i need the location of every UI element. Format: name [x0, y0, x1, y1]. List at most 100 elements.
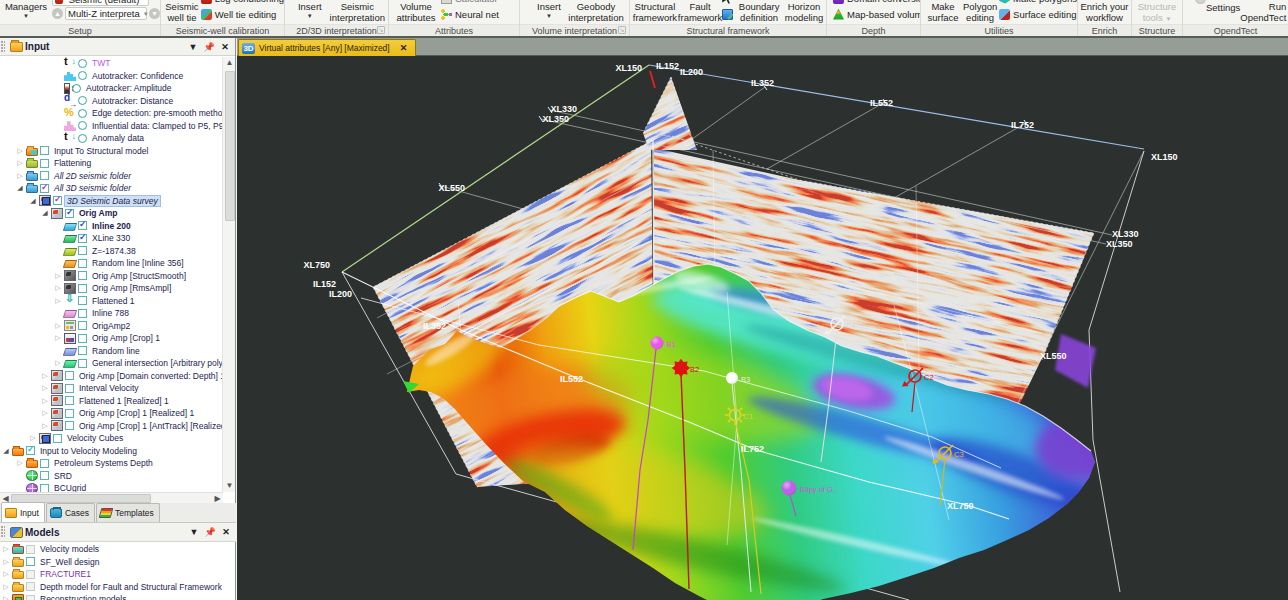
- enrich-your-workflow-button[interactable]: Enrich your workflow: [1078, 0, 1131, 23]
- models-tree-item[interactable]: ▷SF_Well design: [0, 556, 235, 569]
- expander-icon[interactable]: ▷: [39, 409, 51, 417]
- expander-icon[interactable]: ▷: [39, 422, 51, 430]
- checkbox[interactable]: [26, 557, 35, 566]
- checkbox[interactable]: [65, 384, 74, 393]
- checkbox[interactable]: [78, 221, 87, 230]
- tree-item-label[interactable]: Z=-1874.38: [90, 246, 138, 256]
- input-tree-item[interactable]: ▷Orig Amp [Domain converted: Depth] 1 [R: [0, 370, 222, 383]
- panel-tab-templates[interactable]: Templates: [96, 503, 160, 522]
- tree-item-label[interactable]: Orig Amp [StructSmooth]: [90, 271, 188, 281]
- input-tree-item[interactable]: Random line [Inline 356]: [0, 257, 222, 270]
- checkbox[interactable]: [53, 434, 62, 443]
- checkbox[interactable]: [40, 171, 49, 180]
- input-tree-item[interactable]: ▷Flattened 1: [0, 295, 222, 308]
- volume-interpretation-dialog-launcher[interactable]: ↘: [618, 26, 626, 34]
- expander-icon[interactable]: ▷: [14, 459, 26, 467]
- radio-indicator[interactable]: [78, 134, 87, 143]
- insert-volume-button[interactable]: Insert▼: [532, 0, 566, 20]
- checkbox[interactable]: [26, 545, 35, 554]
- checkbox[interactable]: [40, 484, 49, 492]
- well-tie-editing-button[interactable]: Well tie editing: [201, 8, 284, 20]
- radio-indicator[interactable]: [78, 59, 87, 68]
- tree-item-label[interactable]: Petroleum Systems Depth: [52, 458, 155, 468]
- input-tree-item[interactable]: ▷Orig Amp [Crop] 1: [0, 332, 222, 345]
- volume-attributes-button[interactable]: Volume attributes: [393, 0, 439, 23]
- tree-item-label[interactable]: Inline 200: [90, 221, 133, 231]
- checkbox[interactable]: [65, 209, 74, 218]
- tree-item-label[interactable]: Orig Amp [Crop] 1 [AntTrack] [Realized] …: [77, 421, 222, 431]
- tree-item-label[interactable]: BCUgrid: [52, 483, 88, 492]
- settings-button[interactable]: Settings: [1206, 1, 1240, 14]
- tree-item-label[interactable]: Autotracker: Amplitude: [84, 83, 174, 93]
- expander-icon[interactable]: ▷: [39, 384, 51, 392]
- calculator-button[interactable]: Calculator: [441, 0, 499, 4]
- input-tree-item[interactable]: ▷Flattened 1 [Realized] 1: [0, 395, 222, 408]
- radio-indicator[interactable]: [78, 96, 87, 105]
- tree-item-label[interactable]: Depth model for Fault and Structural Fra…: [38, 582, 224, 592]
- tree-item-label[interactable]: Influential data: Clamped to P5, P95: [90, 121, 222, 131]
- structure-tools-button[interactable]: Structure tools ▼: [1132, 0, 1182, 24]
- tree-item-label[interactable]: Input To Structural model: [52, 146, 150, 156]
- panel-tab-cases[interactable]: Cases: [46, 503, 95, 522]
- input-tree-item[interactable]: BCUgrid: [0, 482, 222, 492]
- input-tree-item[interactable]: ▷ Petroleum Systems Depth: [0, 457, 222, 470]
- checkbox[interactable]: [40, 184, 49, 193]
- geobody-interpretation-button[interactable]: Geobody interpretation: [566, 0, 626, 23]
- checkbox[interactable]: [78, 359, 87, 368]
- input-tree-item[interactable]: ▷Velocity Cubes: [0, 432, 222, 445]
- checkbox[interactable]: [65, 371, 74, 380]
- input-tree-item[interactable]: Autotracker: Distance: [0, 95, 222, 108]
- checkbox[interactable]: [78, 284, 87, 293]
- seismic-default-combo[interactable]: Seismic (default): [52, 0, 149, 6]
- tree-item-label[interactable]: General intersection [Arbitrary polygon]: [90, 358, 222, 368]
- input-panel-pin-icon[interactable]: 📌: [203, 41, 215, 53]
- input-tree-item[interactable]: Autotracker: Amplitude: [0, 82, 222, 95]
- multiz-combo[interactable]: Multi-Z interpreta▼: [65, 7, 147, 20]
- map-based-volumes-button[interactable]: Map-based volumes: [833, 8, 921, 20]
- scroll-up-icon[interactable]: ▲: [223, 57, 236, 69]
- expander-icon[interactable]: ▷: [0, 583, 12, 591]
- expander-icon[interactable]: ▷: [52, 284, 64, 292]
- checkbox[interactable]: [26, 595, 35, 600]
- tree-item-label[interactable]: XLine 330: [90, 233, 132, 243]
- input-tree-item[interactable]: Edge detection: pre-smooth method, c: [0, 107, 222, 120]
- expander-icon[interactable]: ▷: [27, 434, 39, 442]
- tree-item-label[interactable]: All 3D seismic folder: [52, 183, 133, 193]
- surface-editing-button[interactable]: Surface editing: [999, 8, 1077, 20]
- input-tree-item[interactable]: TWT: [0, 57, 222, 70]
- expander-icon[interactable]: ▷: [0, 570, 12, 578]
- neural-net-button[interactable]: Neural net: [441, 8, 499, 20]
- structural-framework-button[interactable]: Structural framework: [632, 0, 678, 23]
- fault-framework-button[interactable]: Fault framework: [678, 0, 722, 23]
- input-tree-item[interactable]: ▷ Orig Amp [Crop] 1 [AntTrack] [Realized]…: [0, 420, 222, 433]
- models-panel-grip[interactable]: [1, 526, 5, 538]
- expander-icon[interactable]: ▷: [39, 397, 51, 405]
- input-tree-item[interactable]: ▷OrigAmp2: [0, 320, 222, 333]
- panel-tab-input[interactable]: Input: [1, 502, 45, 522]
- expander-icon[interactable]: ◢: [39, 209, 51, 217]
- polygon-editing-button[interactable]: Polygon editing: [961, 0, 999, 23]
- input-tree-item[interactable]: ▷General intersection [Arbitrary polygon…: [0, 357, 222, 370]
- tree-item-label[interactable]: FRACTURE1: [38, 569, 93, 579]
- checkbox[interactable]: [53, 196, 62, 205]
- boundary-definition-button[interactable]: Boundary definition: [736, 0, 782, 23]
- checkbox[interactable]: [26, 582, 35, 591]
- input-tree-item[interactable]: Anomaly data: [0, 132, 222, 145]
- input-tree-item[interactable]: ◢Input to Velocity Modeling: [0, 445, 222, 458]
- expander-icon[interactable]: ◢: [14, 184, 26, 192]
- multiz-prev-button[interactable]: ▲: [52, 8, 63, 19]
- expander-icon[interactable]: ▷: [14, 147, 26, 155]
- tree-item-label[interactable]: Autotracker: Distance: [90, 96, 175, 106]
- expander-icon[interactable]: ◢: [27, 197, 39, 205]
- expander-icon[interactable]: ▷: [14, 159, 26, 167]
- tree-item-label[interactable]: Orig Amp [RmsAmpl]: [90, 283, 173, 293]
- expander-icon[interactable]: ◢: [0, 447, 12, 455]
- checkbox[interactable]: [78, 234, 87, 243]
- input-tree-item[interactable]: ▷Interval Velocity: [0, 382, 222, 395]
- input-tree-item[interactable]: ▷Orig Amp [StructSmooth]: [0, 270, 222, 283]
- checkbox[interactable]: [78, 271, 87, 280]
- input-tree-item[interactable]: ◢3D Seismic Data survey: [0, 195, 222, 208]
- checkbox[interactable]: [65, 421, 74, 430]
- tree-item-label[interactable]: Anomaly data: [90, 133, 146, 143]
- tree-item-label[interactable]: OrigAmp2: [90, 321, 132, 331]
